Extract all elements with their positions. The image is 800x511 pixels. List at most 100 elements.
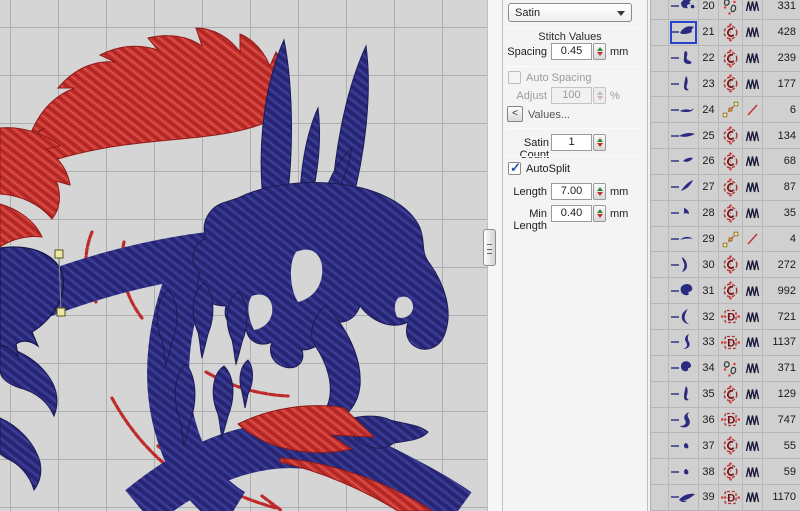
- satin-count-input[interactable]: 1: [551, 134, 592, 151]
- zigzag-icon[interactable]: [743, 304, 763, 329]
- running-stitch-icon[interactable]: [719, 97, 743, 122]
- list-item[interactable]: 2835: [651, 201, 800, 227]
- list-item[interactable]: 25134: [651, 123, 800, 149]
- zigzag-icon[interactable]: [743, 201, 763, 226]
- spacing-input[interactable]: 0.45: [551, 43, 592, 60]
- object-thumbnail[interactable]: [669, 72, 699, 97]
- selection-handle[interactable]: [57, 308, 65, 316]
- list-item[interactable]: 2787: [651, 175, 800, 201]
- object-thumbnail[interactable]: [669, 459, 699, 484]
- column-circle-icon[interactable]: [719, 433, 743, 458]
- object-thumbnail[interactable]: [669, 433, 699, 458]
- zigzag-icon[interactable]: [743, 459, 763, 484]
- column-circle-icon[interactable]: [719, 72, 743, 97]
- zigzag-icon[interactable]: [743, 0, 763, 19]
- list-item[interactable]: 246: [651, 97, 800, 123]
- object-thumbnail[interactable]: [669, 382, 699, 407]
- pattern-icon[interactable]: [719, 356, 743, 381]
- object-thumbnail[interactable]: [669, 485, 699, 510]
- list-item[interactable]: 36D747: [651, 408, 800, 434]
- auto-spacing-checkbox[interactable]: [508, 71, 521, 84]
- running-stitch-icon[interactable]: [719, 227, 743, 252]
- list-item[interactable]: 34371: [651, 356, 800, 382]
- fill-d-icon[interactable]: D: [719, 304, 743, 329]
- zigzag-icon[interactable]: [743, 20, 763, 45]
- column-circle-icon[interactable]: [719, 123, 743, 148]
- selected-wing-object[interactable]: [0, 247, 65, 356]
- list-item[interactable]: 2668: [651, 149, 800, 175]
- object-thumbnail[interactable]: [669, 278, 699, 303]
- min-length-spinner[interactable]: [593, 205, 606, 222]
- column-circle-icon[interactable]: [719, 382, 743, 407]
- object-thumbnail[interactable]: [669, 20, 699, 45]
- zigzag-icon[interactable]: [743, 72, 763, 97]
- column-circle-icon[interactable]: [719, 46, 743, 71]
- list-item[interactable]: 31992: [651, 278, 800, 304]
- object-thumbnail[interactable]: [669, 123, 699, 148]
- object-thumbnail[interactable]: [669, 408, 699, 433]
- zigzag-icon[interactable]: [743, 149, 763, 174]
- list-item[interactable]: 20331: [651, 0, 800, 20]
- object-thumbnail[interactable]: [669, 175, 699, 200]
- list-item[interactable]: 22239: [651, 46, 800, 72]
- list-item[interactable]: 3755: [651, 433, 800, 459]
- length-spinner[interactable]: [593, 183, 606, 200]
- adjust-input[interactable]: 100: [551, 87, 592, 104]
- design-canvas[interactable]: [0, 0, 487, 511]
- zigzag-icon[interactable]: [743, 175, 763, 200]
- column-circle-icon[interactable]: [719, 20, 743, 45]
- object-thumbnail[interactable]: [669, 0, 699, 19]
- list-item[interactable]: 21428: [651, 20, 800, 46]
- zigzag-icon[interactable]: [743, 433, 763, 458]
- column-circle-icon[interactable]: [719, 175, 743, 200]
- collapse-values-button[interactable]: <: [507, 106, 523, 122]
- zigzag-icon[interactable]: [743, 485, 763, 510]
- object-thumbnail[interactable]: [669, 201, 699, 226]
- line-icon[interactable]: [743, 227, 763, 252]
- zigzag-icon[interactable]: [743, 278, 763, 303]
- auto-split-checkbox[interactable]: [508, 162, 521, 175]
- selection-handle[interactable]: [55, 250, 63, 258]
- list-item[interactable]: 39D1170: [651, 485, 800, 511]
- zigzag-icon[interactable]: [743, 46, 763, 71]
- list-item[interactable]: 23177: [651, 72, 800, 98]
- column-circle-icon[interactable]: [719, 278, 743, 303]
- line-icon[interactable]: [743, 97, 763, 122]
- object-thumbnail[interactable]: [669, 46, 699, 71]
- fill-d-icon[interactable]: D: [719, 330, 743, 355]
- min-length-input[interactable]: 0.40: [551, 205, 592, 222]
- length-input[interactable]: 7.00: [551, 183, 592, 200]
- zigzag-icon[interactable]: [743, 356, 763, 381]
- column-circle-icon[interactable]: [719, 459, 743, 484]
- zigzag-icon[interactable]: [743, 123, 763, 148]
- object-thumbnail[interactable]: [669, 252, 699, 277]
- values-button-label[interactable]: Values...: [528, 109, 570, 121]
- fill-d-icon[interactable]: D: [719, 485, 743, 510]
- pattern-icon[interactable]: [719, 0, 743, 19]
- list-item[interactable]: 3859: [651, 459, 800, 485]
- column-circle-icon[interactable]: [719, 149, 743, 174]
- list-item[interactable]: 32D721: [651, 304, 800, 330]
- list-item[interactable]: 35129: [651, 382, 800, 408]
- object-thumbnail[interactable]: [669, 97, 699, 122]
- object-thumbnail[interactable]: [669, 330, 699, 355]
- list-item[interactable]: 33D1137: [651, 330, 800, 356]
- object-thumbnail[interactable]: [669, 356, 699, 381]
- zigzag-icon[interactable]: [743, 408, 763, 433]
- adjust-spinner[interactable]: [593, 87, 606, 104]
- object-thumbnail[interactable]: [669, 149, 699, 174]
- zigzag-icon[interactable]: [743, 382, 763, 407]
- object-thumbnail[interactable]: [669, 304, 699, 329]
- satin-count-spinner[interactable]: [593, 134, 606, 151]
- column-circle-icon[interactable]: [719, 252, 743, 277]
- list-item[interactable]: 30272: [651, 252, 800, 278]
- list-item[interactable]: 294: [651, 227, 800, 253]
- zigzag-icon[interactable]: [743, 252, 763, 277]
- zigzag-icon[interactable]: [743, 330, 763, 355]
- fill-d-icon[interactable]: D: [719, 408, 743, 433]
- splitter-grip-handle[interactable]: [483, 229, 496, 266]
- column-circle-icon[interactable]: [719, 201, 743, 226]
- object-thumbnail[interactable]: [669, 227, 699, 252]
- spacing-spinner[interactable]: [593, 43, 606, 60]
- stitch-type-dropdown[interactable]: Satin: [508, 3, 632, 22]
